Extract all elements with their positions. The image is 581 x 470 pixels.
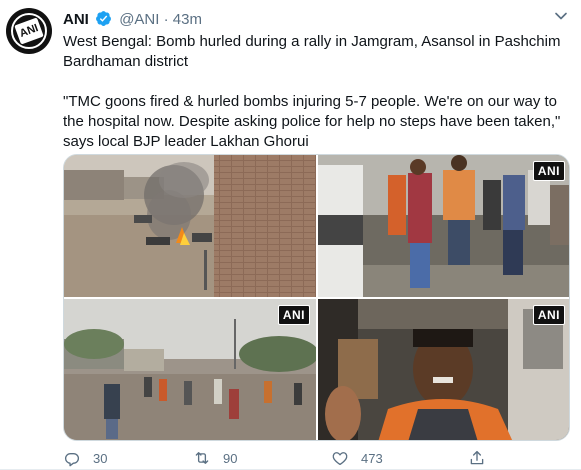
- tweet-time[interactable]: 43m: [173, 11, 202, 28]
- media-grid: ANI ANI ANI: [63, 154, 570, 441]
- tweet-header: ANI @ANI · 43m: [63, 10, 202, 29]
- reply-icon: [64, 452, 80, 467]
- fire-smoke-scene: [64, 155, 316, 297]
- author-avatar[interactable]: ANI: [6, 8, 52, 54]
- share-button[interactable]: [468, 448, 498, 468]
- chevron-down-icon[interactable]: [551, 6, 571, 26]
- media-photo-4[interactable]: ANI: [318, 299, 569, 440]
- verified-icon: [96, 11, 111, 26]
- tweet-card[interactable]: ANI ANI @ANI · 43m West Bengal: Bomb hur…: [0, 0, 581, 470]
- author-handle[interactable]: @ANI: [119, 11, 159, 28]
- tweet-text-line2: "TMC goons fired & hurled bombs injuring…: [63, 93, 561, 150]
- ani-watermark: ANI: [532, 305, 565, 325]
- ani-watermark: ANI: [277, 305, 310, 325]
- author-name[interactable]: ANI: [63, 11, 89, 28]
- retweet-button[interactable]: 90: [193, 448, 237, 468]
- heart-icon: [332, 452, 348, 466]
- share-icon: [470, 450, 484, 465]
- media-photo-1[interactable]: [64, 155, 316, 297]
- tweet-text-line1: West Bengal: Bomb hurled during a rally …: [63, 33, 561, 70]
- like-count: 473: [361, 450, 383, 466]
- like-button[interactable]: 473: [331, 448, 383, 468]
- tweet-actions: 30 90 473: [63, 448, 543, 468]
- ani-watermark: ANI: [532, 161, 565, 181]
- tweet-text: West Bengal: Bomb hurled during a rally …: [63, 32, 568, 172]
- retweet-icon: [195, 452, 209, 464]
- header-separator: ·: [163, 11, 169, 28]
- retweet-count: 90: [223, 450, 238, 466]
- reply-button[interactable]: 30: [63, 448, 107, 468]
- reply-count: 30: [93, 450, 108, 466]
- media-photo-2[interactable]: ANI: [318, 155, 569, 297]
